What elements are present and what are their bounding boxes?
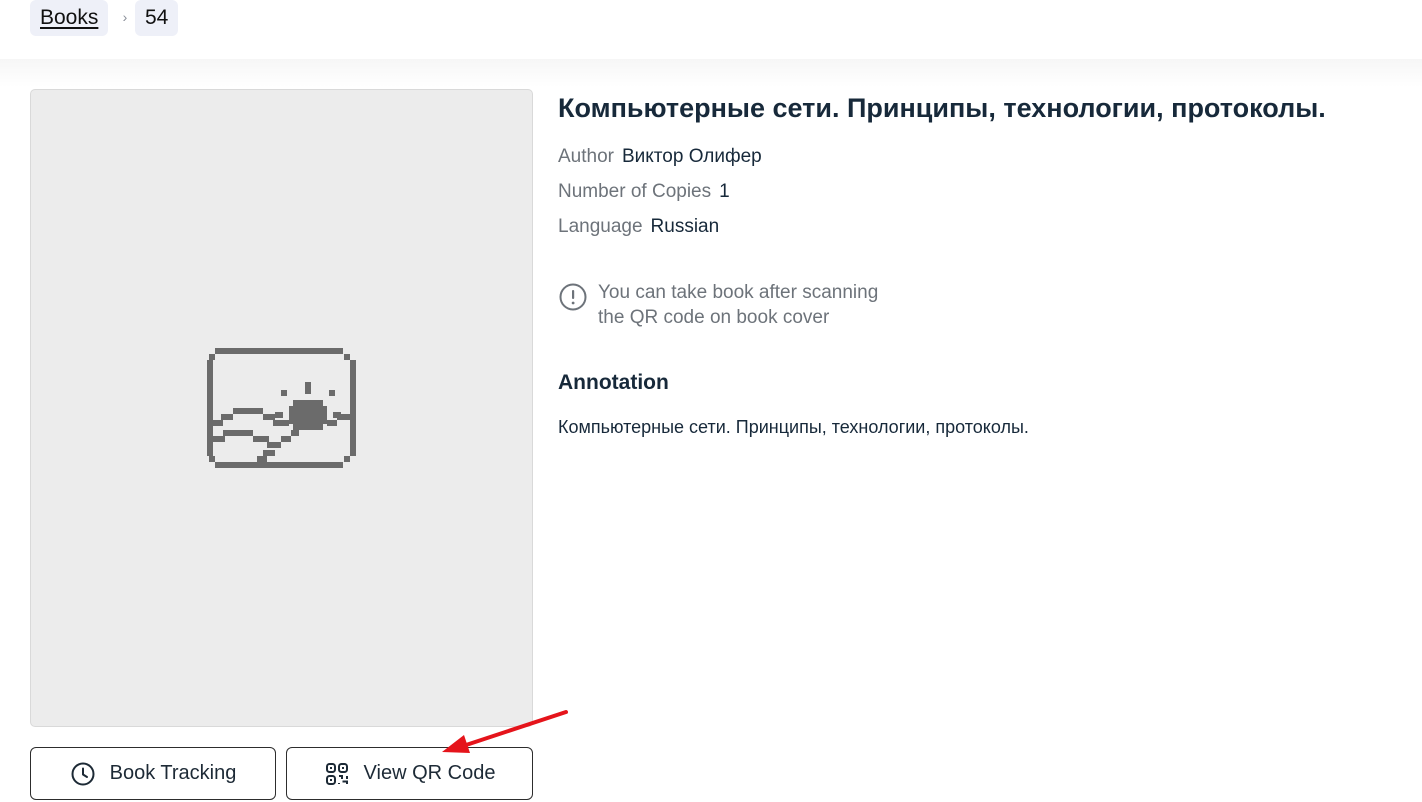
copies-label: Number of Copies <box>558 181 712 202</box>
breadcrumb-books-link[interactable]: Books <box>30 0 109 36</box>
notice-line-1: You can take book after scanning <box>598 282 879 303</box>
book-tracking-label: Book Tracking <box>109 762 237 784</box>
copies-row: Number of Copies 1 <box>558 179 730 205</box>
annotation-text: Компьютерные сети. Принципы, технологии,… <box>558 417 1029 437</box>
annotation-heading: Annotation <box>558 371 669 394</box>
view-qr-code-label: View QR Code <box>363 762 496 784</box>
author-row: Author Виктор Олифер <box>558 144 762 170</box>
book-cover-placeholder <box>30 89 533 727</box>
author-value: Виктор Олифер <box>621 146 762 167</box>
book-title: Компьютерные сети. Принципы, технологии,… <box>558 93 1326 123</box>
author-label: Author <box>558 146 614 167</box>
language-row: Language Russian <box>558 214 719 240</box>
qr-code-icon <box>325 762 348 785</box>
scan-notice: You can take book after scanning the QR … <box>558 280 978 332</box>
info-circle-icon <box>559 283 587 311</box>
notice-text: You can take book after scanning the QR … <box>598 280 878 330</box>
breadcrumb-current: 54 <box>135 0 179 36</box>
clock-icon <box>71 762 95 785</box>
breadcrumb-separator: › <box>122 9 128 25</box>
notice-line-2: the QR code on book cover <box>598 307 830 328</box>
language-value: Russian <box>650 216 720 237</box>
book-tracking-button[interactable]: Book Tracking <box>30 747 276 800</box>
copies-value: 1 <box>719 181 730 202</box>
top-bar: Books › 54 <box>0 0 1422 59</box>
view-qr-code-button[interactable]: View QR Code <box>286 747 533 800</box>
language-label: Language <box>558 216 643 237</box>
image-placeholder-icon <box>207 348 356 468</box>
